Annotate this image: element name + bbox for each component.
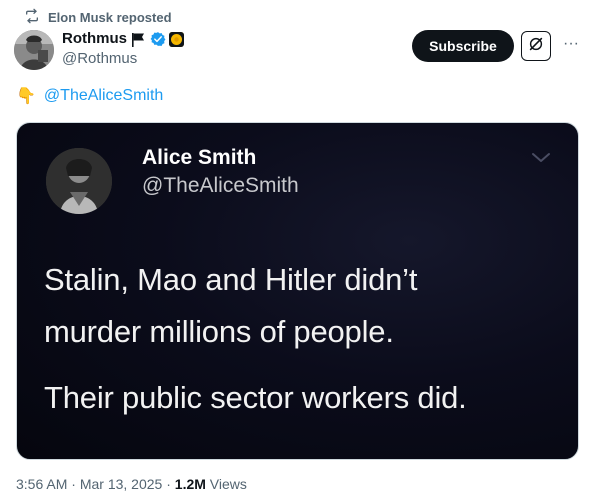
grok-button[interactable]	[521, 31, 551, 61]
chevron-down-icon	[530, 150, 552, 166]
mention-link[interactable]: @TheAliceSmith	[44, 87, 163, 105]
meta-separator: ·	[67, 476, 80, 492]
flag-icon	[130, 31, 147, 48]
views-count[interactable]: 1.2M	[175, 476, 206, 492]
quoted-avatar	[46, 148, 112, 214]
views-label: Views	[205, 476, 247, 492]
pointing-down-emoji: 👇	[16, 88, 36, 105]
tweet-date[interactable]: Mar 13, 2025	[80, 476, 163, 492]
tweet-meta: 3:56 AM · Mar 13, 2025 · 1.2M Views	[16, 476, 247, 492]
verified-icon[interactable]	[150, 31, 166, 47]
author-name-row: Rothmus	[62, 30, 184, 48]
grok-icon	[527, 35, 545, 58]
quoted-text-line: Their public sector workers did.	[44, 380, 467, 415]
tweet-time[interactable]: 3:56 AM	[16, 476, 67, 492]
author-handle[interactable]: @Rothmus	[62, 50, 184, 68]
affiliation-badge-icon[interactable]	[169, 31, 184, 47]
author-info: Rothmus @Rothmus	[62, 30, 184, 68]
more-button[interactable]: ···	[560, 34, 582, 54]
meta-separator: ·	[162, 476, 175, 492]
subscribe-button[interactable]: Subscribe	[412, 30, 514, 62]
author-name[interactable]: Rothmus	[62, 30, 127, 48]
author-avatar[interactable]	[14, 30, 54, 70]
repost-text: Elon Musk reposted	[48, 10, 172, 25]
tweet-text: 👇 @TheAliceSmith	[16, 86, 163, 106]
more-icon: ···	[563, 35, 579, 52]
repost-icon	[24, 8, 40, 27]
quoted-handle: @TheAliceSmith	[142, 174, 299, 197]
quoted-text-line: Stalin, Mao and Hitler didn’t	[44, 262, 418, 297]
quoted-text-line: murder millions of people.	[44, 314, 394, 349]
quoted-name: Alice Smith	[142, 146, 257, 169]
repost-indicator[interactable]: Elon Musk reposted	[24, 8, 172, 27]
